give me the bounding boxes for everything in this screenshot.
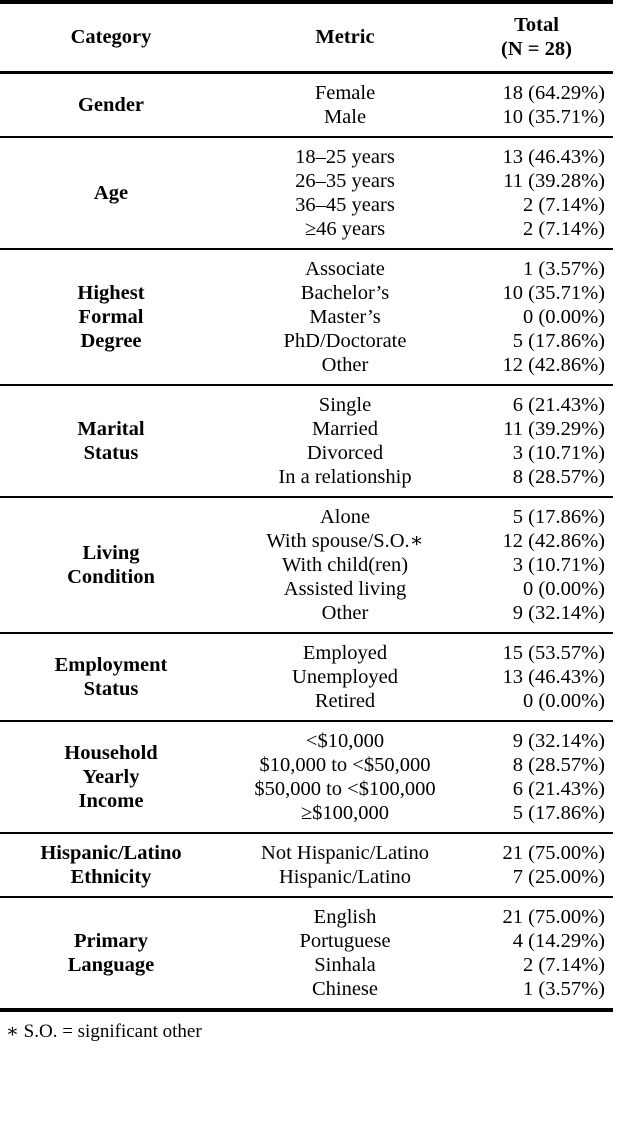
table-row: Living Condition Alone 5 (17.86%) bbox=[0, 497, 613, 588]
total-value: 18 (64.29%) bbox=[502, 82, 605, 105]
metric-value: In a relationship bbox=[278, 466, 412, 489]
metric-value: <$10,000 bbox=[305, 730, 385, 753]
metric-value: Portuguese bbox=[299, 930, 391, 953]
metric-value: Female bbox=[314, 82, 376, 105]
metric-value: 18–25 years bbox=[295, 146, 395, 169]
table-footnote: ∗ S.O. = significant other bbox=[6, 1021, 202, 1043]
table-row: Marital Status Single 6 (21.43%) bbox=[0, 385, 613, 464]
category-label: Marital Status bbox=[77, 418, 145, 465]
metric-value: Other bbox=[321, 354, 369, 377]
metric-value: $10,000 to <$50,000 bbox=[259, 754, 431, 777]
column-header-total: Total (N = 28) bbox=[468, 2, 613, 73]
metric-value: Bachelor’s bbox=[300, 282, 390, 305]
metric-value: $50,000 to <$100,000 bbox=[254, 778, 436, 801]
total-value: 0 (0.00%) bbox=[523, 690, 605, 713]
category-label: Household Yearly Income bbox=[64, 742, 158, 813]
total-value: 5 (17.86%) bbox=[512, 802, 605, 825]
total-value: 10 (35.71%) bbox=[502, 282, 605, 305]
total-value: 3 (10.71%) bbox=[512, 442, 605, 465]
total-value: 0 (0.00%) bbox=[523, 306, 605, 329]
category-label: Highest Formal Degree bbox=[77, 282, 145, 353]
total-value: 12 (42.86%) bbox=[502, 354, 605, 377]
metric-value: Unemployed bbox=[292, 666, 398, 689]
demographics-table-container: Category Metric Total (N = 28) Gender Fem… bbox=[0, 0, 613, 1044]
total-value: 8 (28.57%) bbox=[512, 754, 605, 777]
metric-value: 26–35 years bbox=[295, 170, 395, 193]
total-value: 21 (75.00%) bbox=[502, 842, 605, 865]
metric-value: Sinhala bbox=[314, 954, 376, 977]
total-value: 12 (42.86%) bbox=[502, 530, 605, 553]
total-value: 1 (3.57%) bbox=[523, 258, 605, 281]
metric-value: Divorced bbox=[306, 442, 384, 465]
table-row: Household Yearly Income <$10,000 9 (32.14%) bbox=[0, 721, 613, 812]
category-label: Age bbox=[93, 182, 129, 205]
category-label: Living Condition bbox=[67, 542, 155, 589]
metric-value: Retired bbox=[314, 690, 376, 713]
demographics-table: Category Metric Total (N = 28) Gender Fem… bbox=[0, 0, 613, 1015]
total-value: 1 (3.57%) bbox=[523, 978, 605, 1001]
total-value: 10 (35.71%) bbox=[502, 106, 605, 129]
column-header-total-line2: (N = 28) bbox=[501, 38, 572, 61]
metric-value: 36–45 years bbox=[295, 194, 395, 217]
category-label: Gender bbox=[77, 94, 145, 117]
metric-value: Master’s bbox=[309, 306, 381, 329]
total-value: 6 (21.43%) bbox=[512, 394, 605, 417]
table-row: Age 18–25 years 13 (46.43%) bbox=[0, 137, 613, 204]
column-header-total-line1: Total bbox=[514, 14, 559, 36]
metric-value: Alone bbox=[319, 506, 371, 529]
total-value: 13 (46.43%) bbox=[502, 146, 605, 169]
total-value: 5 (17.86%) bbox=[512, 330, 605, 353]
total-value: 0 (0.00%) bbox=[523, 578, 605, 601]
total-value: 2 (7.14%) bbox=[523, 218, 605, 241]
column-header-metric: Metric bbox=[315, 26, 375, 49]
metric-value: Hispanic/Latino bbox=[278, 866, 412, 889]
metric-value: English bbox=[313, 906, 377, 929]
category-label: Hispanic/Latino Ethnicity bbox=[40, 842, 182, 889]
metric-value: Male bbox=[323, 106, 367, 129]
table-row: Primary Language English 21 (75.00%) bbox=[0, 897, 613, 976]
header-row: Category Metric Total (N = 28) bbox=[0, 2, 613, 73]
metric-value: Associate bbox=[305, 258, 385, 281]
category-label: Employment Status bbox=[54, 654, 168, 701]
category-label: Primary Language bbox=[67, 930, 155, 977]
total-value: 6 (21.43%) bbox=[512, 778, 605, 801]
metric-value: Assisted living bbox=[283, 578, 407, 601]
metric-value: Other bbox=[321, 602, 369, 625]
total-value: 9 (32.14%) bbox=[512, 602, 605, 625]
total-value: 9 (32.14%) bbox=[512, 730, 605, 753]
column-header-category: Category bbox=[70, 26, 152, 49]
table-row: Highest Formal Degree Associate 1 (3.57%) bbox=[0, 249, 613, 352]
table-row: Employment Status Employed 15 (53.57%) bbox=[0, 633, 613, 700]
total-value: 3 (10.71%) bbox=[512, 554, 605, 577]
total-value: 15 (53.57%) bbox=[502, 642, 605, 665]
total-value: 11 (39.28%) bbox=[503, 170, 605, 193]
table-header: Category Metric Total (N = 28) bbox=[0, 2, 613, 73]
total-value: 11 (39.29%) bbox=[503, 418, 605, 441]
metric-value: Single bbox=[318, 394, 372, 417]
total-value: 13 (46.43%) bbox=[502, 666, 605, 689]
total-value: 5 (17.86%) bbox=[512, 506, 605, 529]
metric-value: With child(ren) bbox=[281, 554, 409, 577]
metric-value: Not Hispanic/Latino bbox=[261, 842, 429, 865]
total-value: 2 (7.14%) bbox=[523, 194, 605, 217]
metric-value: Chinese bbox=[311, 978, 379, 1001]
metric-value: Married bbox=[311, 418, 379, 441]
total-value: 4 (14.29%) bbox=[512, 930, 605, 953]
total-value: 7 (25.00%) bbox=[512, 866, 605, 889]
metric-value: ≥46 years bbox=[304, 218, 386, 241]
total-value: 8 (28.57%) bbox=[512, 466, 605, 489]
table-row: Hispanic/Latino Ethnicity Not Hispanic/Lat… bbox=[0, 833, 613, 888]
metric-value: PhD/Doctorate bbox=[283, 330, 407, 353]
total-value: 2 (7.14%) bbox=[523, 954, 605, 977]
table-body: Gender Female 18 (64.29%) Male 10 (35.71%) Ag… bbox=[0, 72, 613, 1015]
metric-value: With spouse/S.O.∗ bbox=[266, 530, 424, 553]
total-value: 21 (75.00%) bbox=[502, 906, 605, 929]
table-row: Gender Female 18 (64.29%) bbox=[0, 72, 613, 116]
metric-value: ≥$100,000 bbox=[300, 802, 390, 825]
metric-value: Employed bbox=[302, 642, 388, 665]
